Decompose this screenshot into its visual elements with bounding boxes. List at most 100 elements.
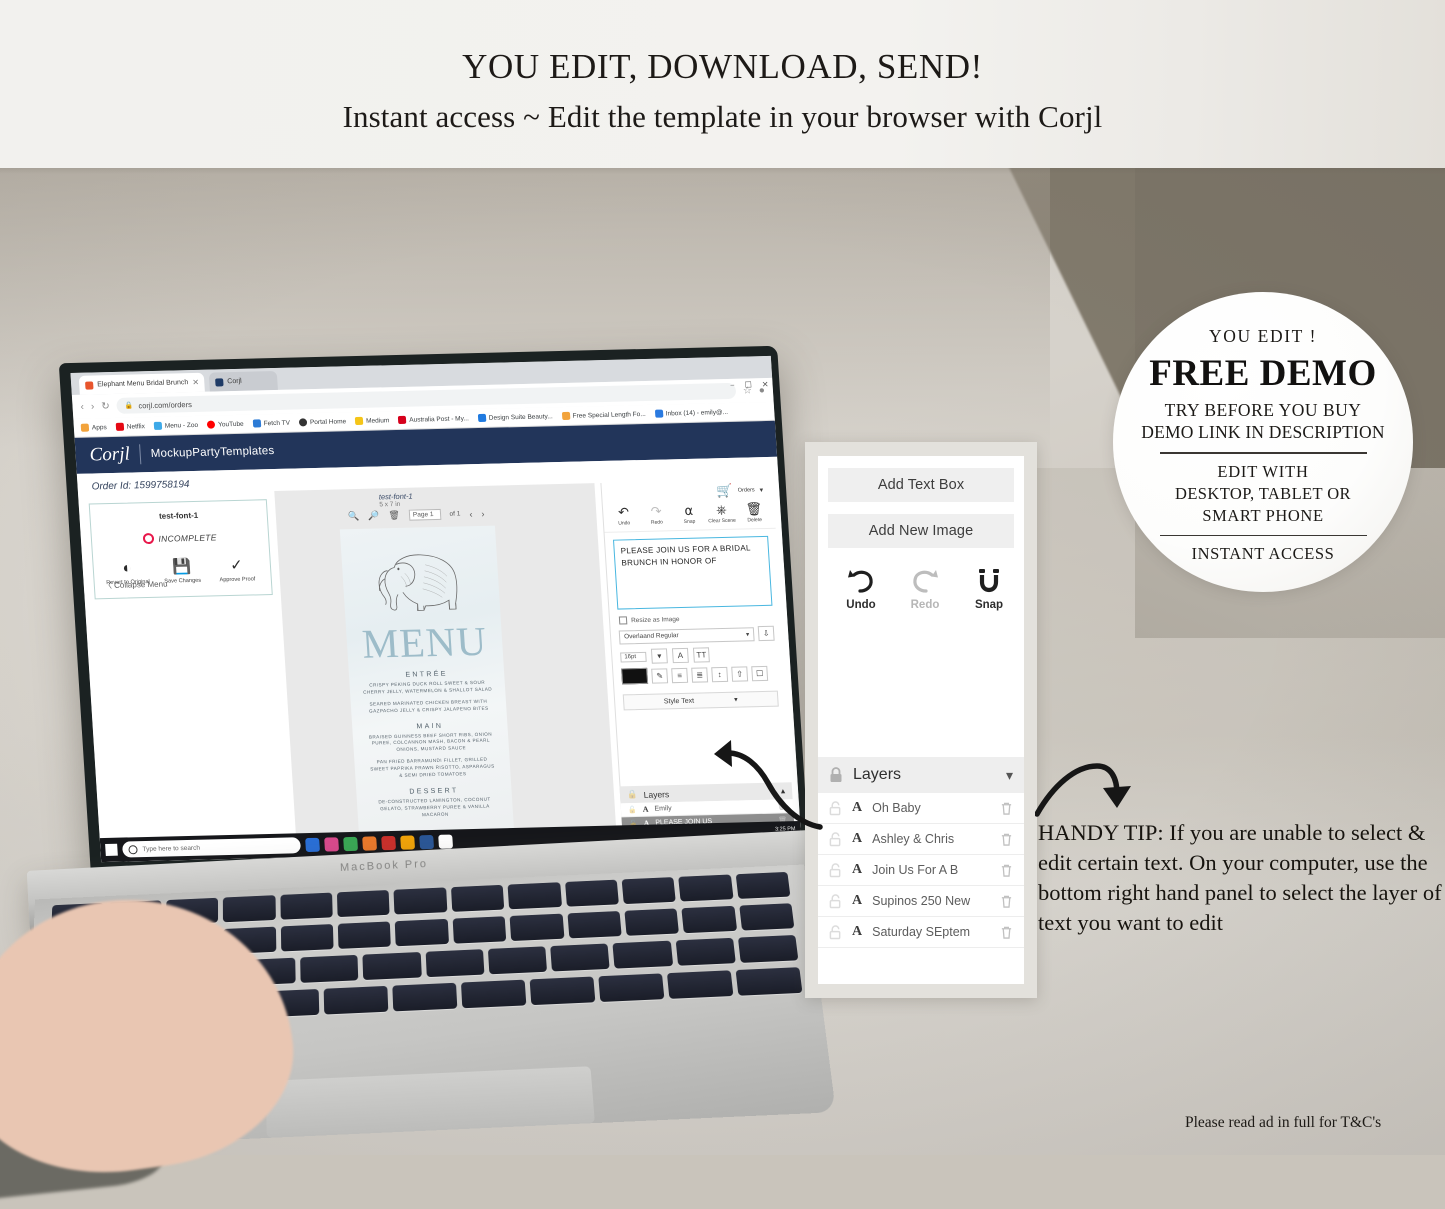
layer-row[interactable]: A Join Us For A B [818, 855, 1024, 886]
unlock-icon[interactable] [829, 893, 842, 909]
cart-icon: 🛒 [716, 482, 734, 499]
next-page-icon[interactable]: › [481, 508, 485, 518]
badge-divider [1159, 452, 1367, 454]
zoom-in-icon[interactable]: 🔍 [348, 511, 360, 522]
bookmark-item[interactable]: YouTube [206, 420, 244, 429]
layer-row[interactable]: A Saturday SEptem [818, 917, 1024, 948]
back-icon[interactable]: ‹ [80, 401, 84, 412]
text-color-swatch[interactable] [621, 667, 649, 685]
undo-icon: ↶ [617, 504, 630, 520]
taskbar-search-input[interactable]: Type here to search [121, 837, 302, 858]
unlock-icon[interactable] [829, 924, 842, 940]
bold-button[interactable]: A [671, 647, 689, 664]
minimize-icon[interactable]: − [730, 381, 735, 390]
elephant-illustration-icon [378, 554, 457, 611]
close-tab-icon[interactable]: ✕ [192, 378, 199, 387]
collapse-menu-button[interactable]: 〈 Collapse Menu [104, 579, 168, 592]
redo-button[interactable]: Redo [904, 568, 946, 611]
bookmark-item[interactable]: Medium [354, 416, 390, 426]
badge-line-devices: DESKTOP, TABLET OR [1175, 483, 1351, 503]
font-size-input[interactable]: 16pt [620, 651, 647, 662]
taskbar-app-icon[interactable] [381, 835, 397, 851]
bookmark-item[interactable]: Australia Post - My... [398, 414, 469, 424]
align-left-icon[interactable]: ≡ [671, 667, 689, 683]
bookmark-label: YouTube [217, 420, 244, 428]
add-new-image-button[interactable]: Add New Image [828, 514, 1014, 548]
taskbar-app-icon[interactable] [438, 834, 454, 849]
editor-tool-row: ↶ Undo ↷ Redo ⍺ Snap ⎈ Clear Scene 🗑 Del… [602, 498, 776, 533]
align-center-icon[interactable]: ≣ [691, 666, 709, 683]
delete-layer-icon[interactable] [1000, 801, 1013, 816]
letter-spacing-button[interactable]: TT [692, 647, 710, 663]
approve-proof-button[interactable]: ✓ Approve Proof [213, 557, 261, 584]
chevron-down-icon[interactable]: ▾ [1006, 767, 1013, 784]
unlock-icon[interactable] [829, 800, 842, 816]
layers-header[interactable]: Layers ▾ [818, 757, 1024, 793]
delete-layer-icon[interactable] [1000, 925, 1013, 940]
bookmark-item[interactable]: Menu - Zoo [153, 421, 199, 430]
bookmark-item[interactable]: Free Special Length Fo... [561, 410, 646, 421]
delete-layer-icon[interactable] [1000, 894, 1013, 909]
taskbar-app-icon[interactable] [362, 836, 378, 851]
bookmark-item[interactable]: Design Suite Beauty... [477, 412, 553, 423]
eyedropper-icon[interactable]: ✎ [651, 667, 669, 684]
clear-scene-button[interactable]: ⎈ Clear Scene [705, 502, 738, 525]
line-height-icon[interactable]: ↕ [711, 666, 729, 682]
close-window-icon[interactable]: ✕ [762, 380, 769, 389]
redo-button[interactable]: ↷ Redo [640, 504, 673, 526]
resize-label: Resize as Image [630, 615, 680, 624]
menu-item: DE-CONSTRUCTED LAMINGTON, COCONUT GELATO… [378, 796, 491, 817]
page-label: Page [412, 511, 429, 519]
bookmark-item[interactable]: Portal Home [298, 417, 347, 427]
bookmark-item[interactable]: Netflix [115, 422, 146, 431]
corjl-logo[interactable]: Corjl [89, 444, 131, 467]
taskbar-app-icon[interactable] [305, 837, 321, 853]
checkbox-icon[interactable] [618, 616, 628, 625]
delete-icon[interactable]: 🗑 [388, 510, 400, 521]
delete-layer-icon[interactable] [1000, 863, 1013, 878]
unlock-icon[interactable] [829, 862, 842, 878]
font-family-select[interactable]: Overlaand Regular ▾ [618, 626, 755, 644]
maximize-icon[interactable]: ☐ [744, 380, 752, 389]
layer-row[interactable]: A Oh Baby [818, 793, 1024, 824]
bookmark-item[interactable]: Inbox (14) - emily@... [654, 408, 728, 418]
collapse-menu-label: Collapse Menu [113, 579, 168, 590]
text-box-icon[interactable]: ☐ [751, 665, 769, 681]
window-controls: − ☐ ✕ [730, 380, 769, 390]
layer-row[interactable]: A Supinos 250 New [818, 886, 1024, 917]
chevron-down-icon[interactable]: ▾ [759, 486, 763, 494]
delete-button[interactable]: 🗑 Delete [738, 501, 771, 524]
style-text-accordion[interactable]: Style Text ▾ [622, 690, 779, 711]
undo-button[interactable]: Undo [840, 568, 882, 611]
windows-start-icon[interactable] [105, 843, 118, 856]
menu-design-document[interactable]: MENU ENTRÉE CRISPY PEKING DUCK ROLL SWEE… [339, 525, 515, 844]
bookmark-item[interactable]: Apps [80, 423, 107, 432]
download-font-button[interactable]: ⇩ [757, 625, 775, 642]
badge-divider [1159, 534, 1367, 536]
delete-layer-icon[interactable] [1000, 832, 1013, 847]
page-number-input[interactable]: Page 1 [408, 508, 441, 521]
vertical-align-icon[interactable]: ⇧ [731, 665, 749, 682]
taskbar-app-icon[interactable] [400, 835, 416, 850]
taskbar-app-icon[interactable] [324, 837, 340, 852]
reload-icon[interactable]: ↻ [101, 401, 110, 412]
taskbar-app-icon[interactable] [419, 834, 435, 850]
font-size-stepper[interactable]: ▾ [650, 648, 668, 664]
unlock-icon[interactable] [829, 831, 842, 847]
snap-button[interactable]: Snap [968, 568, 1010, 611]
add-text-box-button[interactable]: Add Text Box [828, 468, 1014, 502]
browser-tab[interactable]: Corjl [208, 370, 278, 392]
text-edit-textarea[interactable]: PLEASE JOIN US FOR A BRIDAL BRUNCH IN HO… [612, 535, 773, 610]
prev-page-icon[interactable]: ‹ [469, 509, 473, 519]
layer-row[interactable]: A Ashley & Chris [818, 824, 1024, 855]
tab-favicon-icon [215, 377, 224, 386]
lock-icon[interactable]: 🔓 [628, 806, 637, 814]
forward-icon[interactable]: › [91, 401, 95, 412]
taskbar-app-icon[interactable] [343, 836, 359, 852]
undo-button[interactable]: ↶ Undo [607, 504, 640, 527]
bookmark-item[interactable]: Fetch TV [252, 419, 290, 428]
snap-button[interactable]: ⍺ Snap [672, 503, 705, 525]
browser-tab-title: Elephant Menu Bridal Brunch [97, 379, 189, 389]
zoom-out-icon[interactable]: 🔎 [368, 510, 380, 521]
banner-subheadline: Instant access ~ Edit the template in yo… [342, 99, 1103, 134]
